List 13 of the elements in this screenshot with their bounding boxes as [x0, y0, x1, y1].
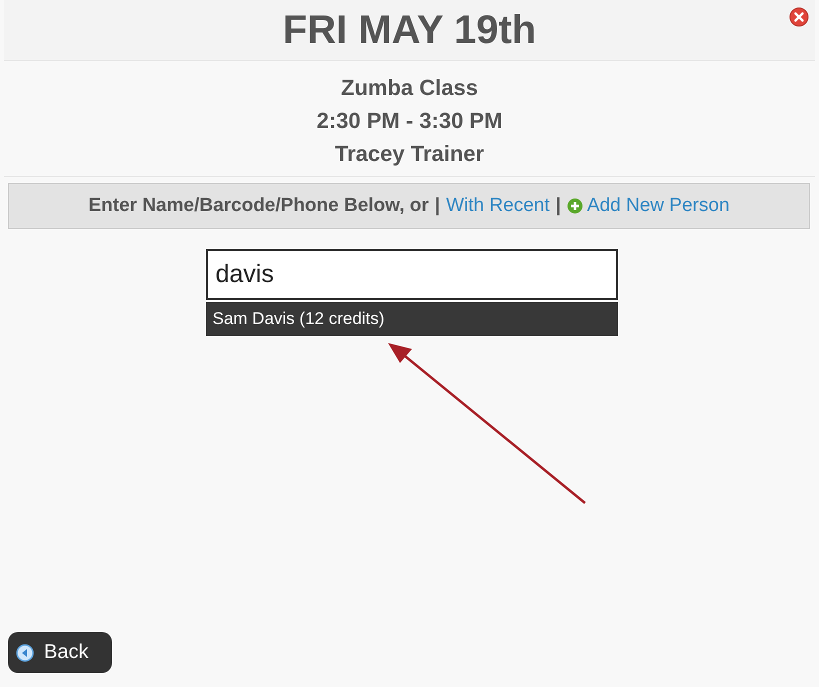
separator: | [556, 195, 561, 217]
event-detail: Zumba Class [341, 74, 478, 102]
event-detail: 2:30 PM - 3:30 PM [316, 107, 502, 135]
separator: | [434, 195, 440, 217]
back-button[interactable]: Back [8, 632, 112, 673]
search-field[interactable]: davis [206, 249, 618, 300]
suggestion-item[interactable]: Sam Davis (12 credits) [206, 302, 618, 336]
add-icon [566, 198, 583, 214]
close-icon[interactable] [789, 7, 809, 27]
back-icon [16, 644, 34, 662]
instruction-text: Enter Name/Barcode/Phone Below, or [88, 195, 429, 217]
date-title: FRI MAY 19th [282, 8, 536, 52]
event-detail: Tracey Trainer [334, 140, 484, 168]
